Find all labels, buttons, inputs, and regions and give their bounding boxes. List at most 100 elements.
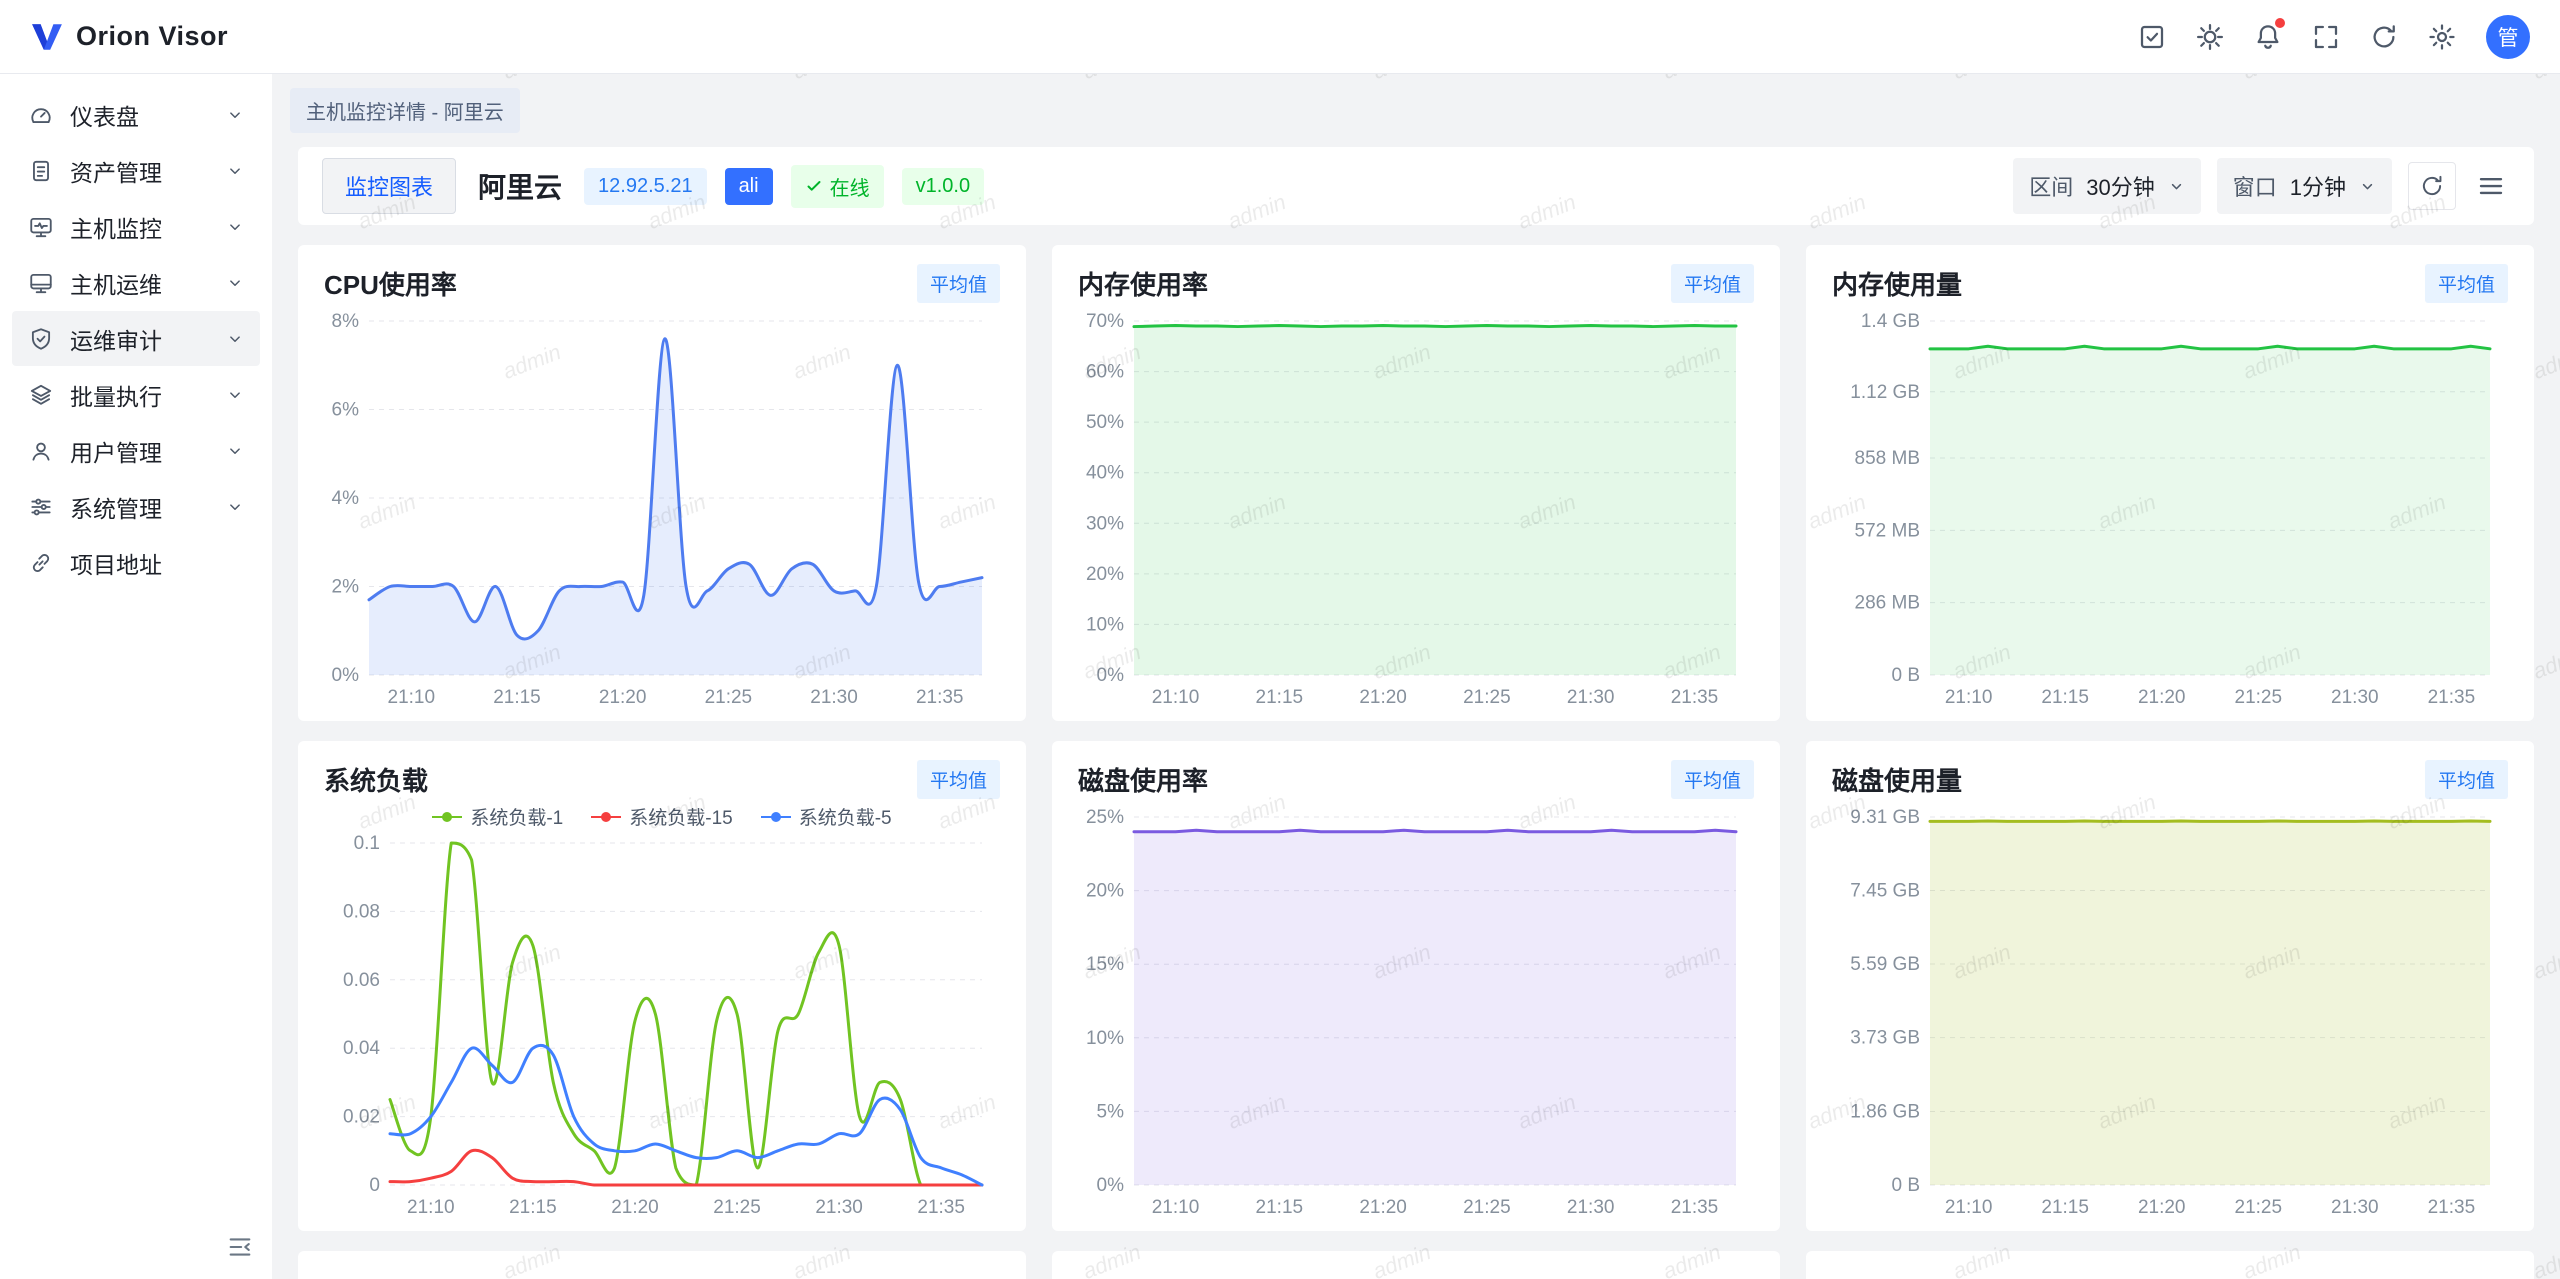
interval-label: 区间 xyxy=(2029,170,2073,202)
breadcrumb-tag[interactable]: 主机监控详情 - 阿里云 xyxy=(290,88,520,133)
svg-text:9.31 GB: 9.31 GB xyxy=(1850,807,1920,828)
svg-text:1.86 GB: 1.86 GB xyxy=(1850,1101,1920,1122)
chart-svg[interactable]: 0%5%10%15%20%25%21:1021:1521:2021:2521:3… xyxy=(1078,803,1754,1221)
cpu-usage-chart[interactable]: 0%2%4%6%8%21:1021:1521:2021:2521:3021:35 xyxy=(324,307,1000,711)
sidebar-item-ops-audit[interactable]: 运维审计 xyxy=(12,311,260,366)
svg-text:21:35: 21:35 xyxy=(1671,1197,1719,1218)
refresh-icon[interactable] xyxy=(2362,15,2406,59)
chart-svg[interactable]: 0 B1.86 GB3.73 GB5.59 GB7.45 GB9.31 GB21… xyxy=(1832,803,2508,1221)
sidebar-collapse-icon[interactable] xyxy=(222,1229,258,1265)
svg-text:21:10: 21:10 xyxy=(1945,687,1993,708)
refresh-charts-button[interactable] xyxy=(2408,162,2456,210)
svg-text:0.08: 0.08 xyxy=(343,901,380,922)
chevron-down-icon xyxy=(226,442,244,460)
svg-text:21:10: 21:10 xyxy=(407,1197,455,1218)
window-label: 窗口 xyxy=(2233,170,2277,202)
fullscreen-icon[interactable] xyxy=(2304,15,2348,59)
check-square-icon[interactable] xyxy=(2130,15,2174,59)
memory-usage-amount-chart[interactable]: 0 B286 MB572 MB858 MB1.12 GB1.4 GB21:102… xyxy=(1832,307,2508,711)
legend-item[interactable]: 系统负载-1 xyxy=(432,803,563,830)
theme-sun-icon[interactable] xyxy=(2188,15,2232,59)
svg-text:0.1: 0.1 xyxy=(354,833,380,854)
svg-text:21:25: 21:25 xyxy=(705,687,753,708)
system-load-chart[interactable]: 00.020.040.060.080.121:1021:1521:2021:25… xyxy=(324,803,1000,1221)
list-menu-icon[interactable] xyxy=(2472,167,2510,205)
sidebar-item-project-link[interactable]: 项目地址 xyxy=(12,535,260,590)
svg-text:21:10: 21:10 xyxy=(388,687,436,708)
sidebar-item-label: 资产管理 xyxy=(70,154,162,188)
disk-usage-rate-chart[interactable]: 0%5%10%15%20%25%21:1021:1521:2021:2521:3… xyxy=(1078,803,1754,1221)
sidebar-item-host-ops[interactable]: 主机运维 xyxy=(12,255,260,310)
host-version-tag: v1.0.0 xyxy=(902,168,984,205)
svg-text:21:20: 21:20 xyxy=(2138,687,2186,708)
chevron-down-icon xyxy=(226,498,244,516)
notifications-bell-icon[interactable] xyxy=(2246,15,2290,59)
svg-text:20%: 20% xyxy=(1086,564,1124,585)
memory-usage-rate-chart[interactable]: 0%10%20%30%40%50%60%70%21:1021:1521:2021… xyxy=(1078,307,1754,711)
svg-text:21:30: 21:30 xyxy=(1567,1197,1615,1218)
host-name: 阿里云 xyxy=(478,166,562,206)
interval-value: 30分钟 xyxy=(2086,170,2154,202)
svg-text:21:15: 21:15 xyxy=(509,1197,557,1218)
svg-text:21:15: 21:15 xyxy=(1256,1197,1304,1218)
chart-svg[interactable]: 00.020.040.060.080.121:1021:1521:2021:25… xyxy=(324,803,1000,1221)
svg-text:21:10: 21:10 xyxy=(1152,1197,1200,1218)
legend-item[interactable]: 系统负载-15 xyxy=(591,803,732,830)
monitor-chart-button[interactable]: 监控图表 xyxy=(322,158,456,214)
svg-text:21:35: 21:35 xyxy=(1671,687,1719,708)
svg-text:21:20: 21:20 xyxy=(1359,1197,1407,1218)
svg-text:21:25: 21:25 xyxy=(713,1197,761,1218)
notification-badge xyxy=(2275,18,2285,28)
svg-text:60%: 60% xyxy=(1086,362,1124,383)
average-badge: 平均值 xyxy=(917,760,1000,799)
avatar[interactable]: 管 xyxy=(2486,15,2530,59)
system-load-chart-card: 系统负载 平均值 00.020.040.060.080.121:1021:152… xyxy=(298,741,1026,1231)
sidebar-item-batch-exec[interactable]: 批量执行 xyxy=(12,367,260,422)
svg-text:21:15: 21:15 xyxy=(493,687,541,708)
svg-text:21:35: 21:35 xyxy=(916,687,964,708)
host-status-tag: 在线 xyxy=(791,165,884,208)
svg-text:70%: 70% xyxy=(1086,311,1124,332)
legend-marker-icon xyxy=(432,811,462,823)
chart-card-partial xyxy=(1052,1251,1780,1279)
svg-text:21:20: 21:20 xyxy=(1359,687,1407,708)
svg-text:0 B: 0 B xyxy=(1891,1175,1920,1196)
svg-text:20%: 20% xyxy=(1086,881,1124,902)
settings-gear-icon[interactable] xyxy=(2420,15,2464,59)
batch-layers-icon xyxy=(28,382,54,408)
interval-select[interactable]: 区间 30分钟 xyxy=(2013,158,2201,214)
average-badge: 平均值 xyxy=(2425,264,2508,303)
chart-title: 磁盘使用量 xyxy=(1832,761,1962,798)
svg-text:21:30: 21:30 xyxy=(815,1197,863,1218)
svg-text:21:30: 21:30 xyxy=(1567,687,1615,708)
svg-text:21:35: 21:35 xyxy=(917,1197,965,1218)
legend-item[interactable]: 系统负载-5 xyxy=(761,803,892,830)
svg-text:10%: 10% xyxy=(1086,614,1124,635)
memory-usage-rate-chart-card: 内存使用率 平均值 0%10%20%30%40%50%60%70%21:1021… xyxy=(1052,245,1780,721)
toolbar-controls: 区间 30分钟 窗口 1分钟 xyxy=(2013,158,2510,214)
chart-svg[interactable]: 0%10%20%30%40%50%60%70%21:1021:1521:2021… xyxy=(1078,307,1754,711)
sidebar-item-system-management[interactable]: 系统管理 xyxy=(12,479,260,534)
sidebar-item-assets[interactable]: 资产管理 xyxy=(12,143,260,198)
sidebar-item-host-monitoring[interactable]: 主机监控 xyxy=(12,199,260,254)
svg-text:21:15: 21:15 xyxy=(2041,687,2089,708)
sidebar-item-dashboard[interactable]: 仪表盘 xyxy=(12,87,260,142)
chart-svg[interactable]: 0 B286 MB572 MB858 MB1.12 GB1.4 GB21:102… xyxy=(1832,307,2508,711)
sidebar-item-label: 运维审计 xyxy=(70,322,162,356)
refresh-icon xyxy=(2419,173,2445,199)
window-select[interactable]: 窗口 1分钟 xyxy=(2217,158,2392,214)
main-content: 主机监控详情 - 阿里云 监控图表 阿里云 12.92.5.21 ali 在线 … xyxy=(272,74,2560,1279)
chart-svg[interactable]: 0%2%4%6%8%21:1021:1521:2021:2521:3021:35 xyxy=(324,307,1000,711)
chart-card-partial xyxy=(1806,1251,2534,1279)
app-logo[interactable]: Orion Visor xyxy=(30,20,228,54)
svg-text:0.04: 0.04 xyxy=(343,1038,380,1059)
sidebar-item-user-management[interactable]: 用户管理 xyxy=(12,423,260,478)
orion-visor-logo-icon xyxy=(30,20,64,54)
svg-text:0%: 0% xyxy=(1097,665,1125,686)
host-alias-tag: ali xyxy=(725,168,773,205)
user-icon xyxy=(28,438,54,464)
sidebar-item-label: 主机监控 xyxy=(70,210,162,244)
svg-text:0%: 0% xyxy=(1097,1175,1125,1196)
disk-usage-rate-chart-card: 磁盘使用率 平均值 0%5%10%15%20%25%21:1021:1521:2… xyxy=(1052,741,1780,1231)
disk-usage-amount-chart[interactable]: 0 B1.86 GB3.73 GB5.59 GB7.45 GB9.31 GB21… xyxy=(1832,803,2508,1221)
